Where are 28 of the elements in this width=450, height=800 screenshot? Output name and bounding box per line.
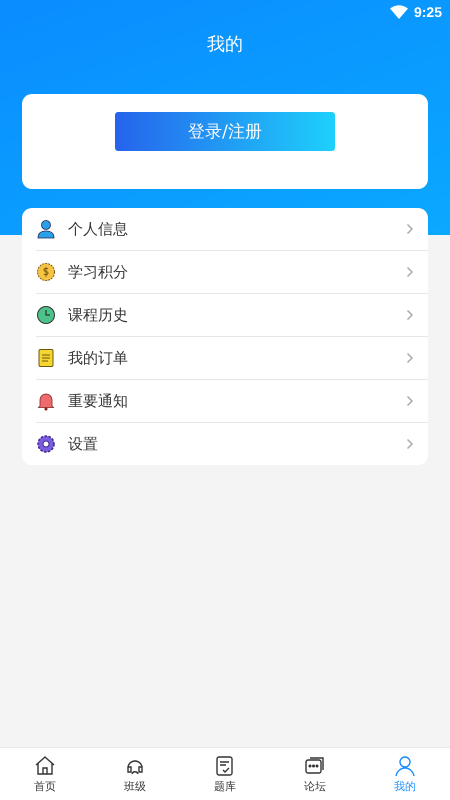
home-icon [34,754,56,776]
status-time: 9:25 [414,4,442,20]
gear-icon [36,434,56,454]
person-icon [394,754,416,776]
nav-tab[interactable]: 首页 [0,748,90,800]
chevron-icon [406,438,414,450]
page-title: 我的 [207,33,243,56]
person-icon [36,219,56,239]
menu-item[interactable]: 重要通知 [68,392,406,410]
menu-item[interactable]: 设置 [68,434,406,454]
nav-tab[interactable]: 班级 [90,748,180,800]
bell-icon [36,391,56,411]
chevron-icon [406,395,414,407]
chevron-icon [406,223,414,235]
note-icon [36,348,56,368]
menu-item[interactable]: 课程历史 [68,306,406,324]
menu-item[interactable]: 个人信息 [68,220,406,238]
chevron-icon [406,309,414,321]
coin-icon [36,262,56,282]
wifi-icon [390,5,408,19]
nav-tab[interactable]: 论坛 [270,748,360,800]
chevron-icon [406,266,414,278]
chat-icon [304,754,326,776]
menu-item[interactable]: 我的订单 [68,348,406,368]
nav-tab[interactable]: 题库 [180,748,270,800]
menu-item[interactable]: 学习积分 [68,262,406,282]
clock-icon [36,305,56,325]
chevron-icon [406,352,414,364]
